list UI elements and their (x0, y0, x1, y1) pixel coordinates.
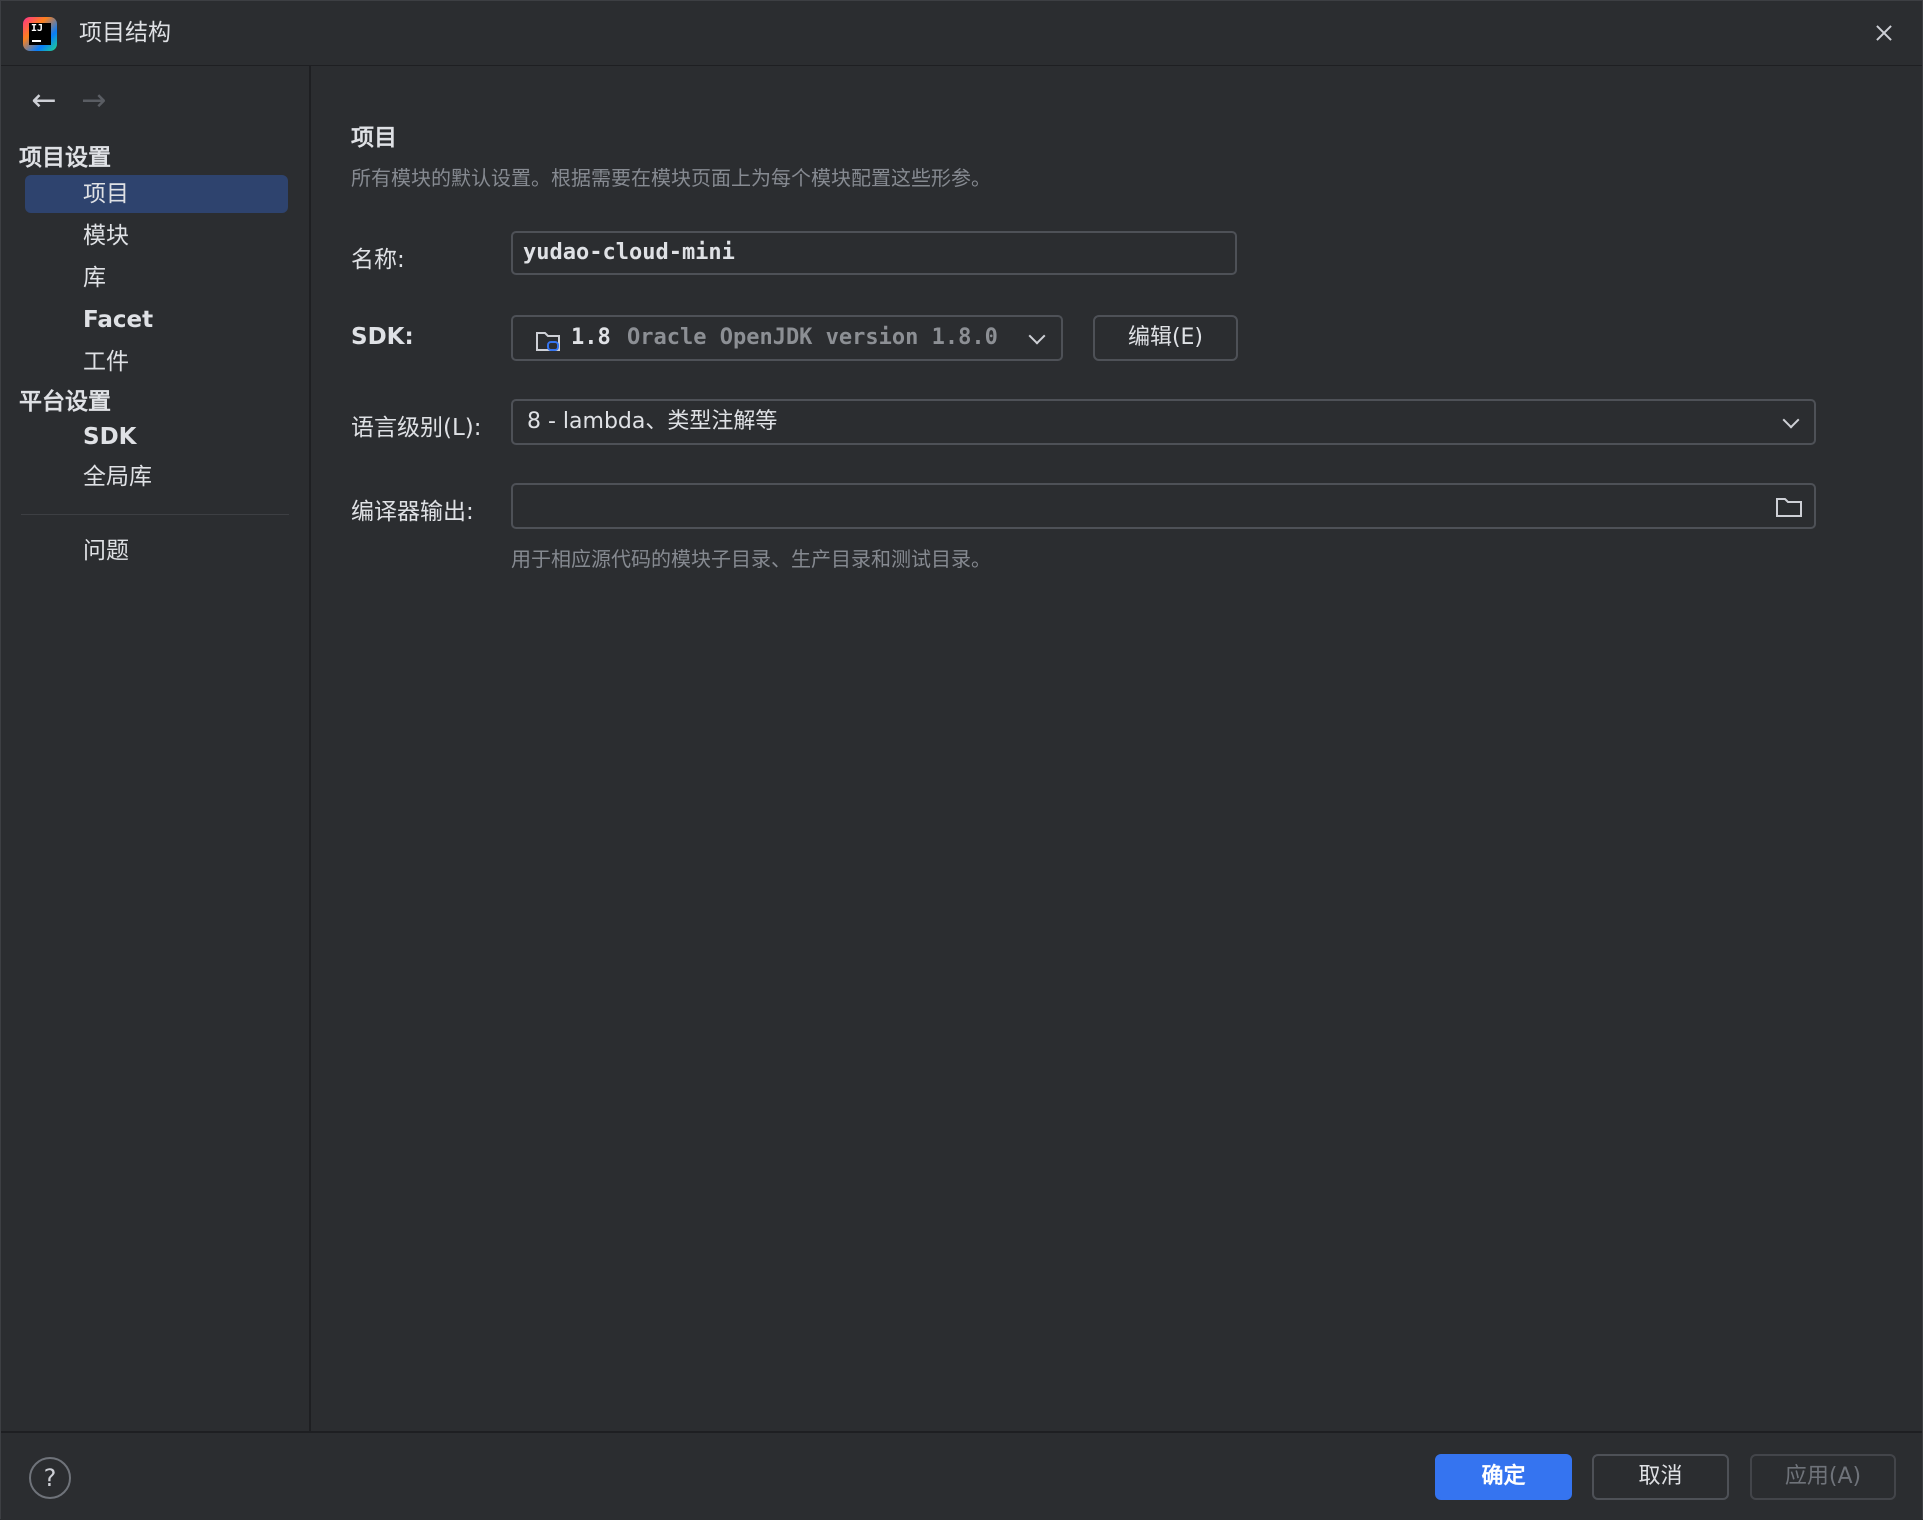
window-title: 项目结构 (79, 20, 171, 46)
compiler-output-field[interactable] (511, 483, 1816, 529)
help-button[interactable]: ? (29, 1457, 71, 1499)
sidebar-divider (21, 514, 289, 515)
sidebar-item-project[interactable]: 项目 (25, 175, 288, 213)
page-title: 项目 (351, 125, 397, 151)
platform-settings-heading: 平台设置 (19, 389, 111, 415)
jdk-folder-icon (536, 332, 560, 351)
name-label: 名称: (351, 247, 405, 273)
chevron-down-icon (1782, 411, 1800, 429)
sidebar-item-artifacts[interactable]: 工件 (25, 343, 288, 381)
project-settings-panel: 项目 所有模块的默认设置。根据需要在模块页面上为每个模块配置这些形参。 名称: … (313, 66, 1922, 1431)
folder-browse-icon[interactable] (1775, 495, 1803, 519)
title-bar: IJ 项目结构 (1, 1, 1922, 66)
sdk-dropdown[interactable]: 1.8 Oracle OpenJDK version 1.8.0 (511, 315, 1063, 361)
compiler-output-label: 编译器输出: (351, 499, 474, 525)
sdk-detail: Oracle OpenJDK version 1.8.0 (627, 325, 998, 350)
dialog-footer: ? 确定 取消 应用(A) (1, 1431, 1922, 1520)
sdk-label: SDK: (351, 324, 414, 350)
language-level-dropdown[interactable]: 8 - lambda、类型注解等 (511, 399, 1816, 445)
compiler-output-hint: 用于相应源代码的模块子目录、生产目录和测试目录。 (511, 547, 991, 571)
name-field[interactable]: yudao-cloud-mini (511, 231, 1237, 275)
sidebar-item-problems[interactable]: 问题 (25, 532, 288, 570)
chevron-down-icon (1028, 327, 1046, 345)
cancel-button[interactable]: 取消 (1592, 1454, 1729, 1500)
intellij-logo-icon: IJ (23, 17, 57, 51)
close-button[interactable] (1866, 15, 1902, 51)
sidebar-item-facet[interactable]: Facet (25, 301, 288, 339)
back-arrow-icon[interactable]: ← (27, 84, 61, 118)
sidebar-item-sdk[interactable]: SDK (25, 418, 288, 456)
page-description: 所有模块的默认设置。根据需要在模块页面上为每个模块配置这些形参。 (351, 166, 991, 190)
language-level-value: 8 - lambda、类型注解等 (527, 409, 778, 434)
project-structure-dialog: IJ 项目结构 ← → 项目设置 项目 模块 库 Facet 工件 平台设置 S… (0, 0, 1923, 1520)
ok-button[interactable]: 确定 (1435, 1454, 1572, 1500)
project-settings-heading: 项目设置 (19, 145, 111, 171)
sidebar: ← → 项目设置 项目 模块 库 Facet 工件 平台设置 SDK 全局库 问… (1, 66, 311, 1431)
sdk-version: 1.8 (571, 325, 611, 350)
apply-button[interactable]: 应用(A) (1750, 1454, 1896, 1500)
sidebar-item-modules[interactable]: 模块 (25, 217, 288, 255)
forward-arrow-icon[interactable]: → (77, 84, 111, 118)
sidebar-item-global-libraries[interactable]: 全局库 (25, 458, 288, 496)
language-level-label: 语言级别(L): (351, 415, 482, 441)
edit-sdk-button[interactable]: 编辑(E) (1093, 315, 1238, 361)
sidebar-item-libraries[interactable]: 库 (25, 259, 288, 297)
